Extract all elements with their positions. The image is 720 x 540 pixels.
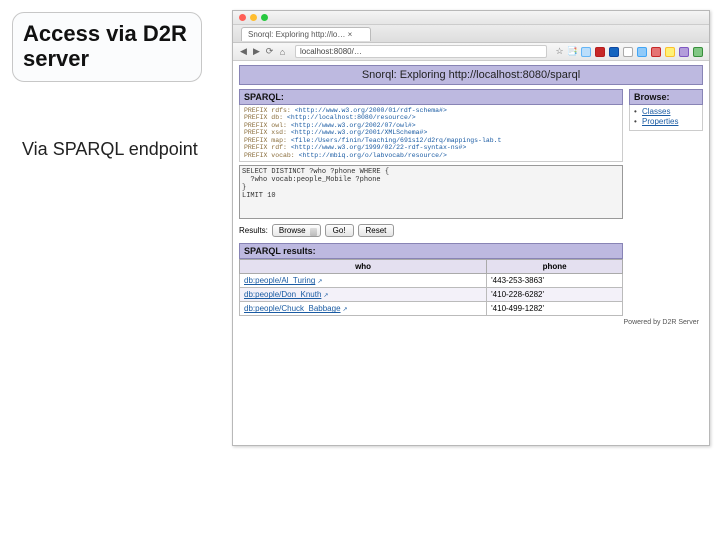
cell-value: '410-499-1282' bbox=[487, 302, 623, 316]
results-section-header: SPARQL results: bbox=[239, 243, 623, 259]
slide-title: Access via D2R server bbox=[23, 21, 191, 72]
extension-icon[interactable] bbox=[595, 47, 605, 57]
column-header: phone bbox=[487, 260, 623, 274]
browser-tab[interactable]: Snorql: Exploring http://lo… × bbox=[241, 27, 371, 41]
external-link-icon[interactable]: ↗ bbox=[343, 307, 348, 313]
minimize-icon[interactable] bbox=[250, 14, 257, 21]
sparql-query-input[interactable] bbox=[239, 165, 623, 219]
table-row: db:people/Don_Knuth↗ '410-228-6282' bbox=[240, 288, 623, 302]
result-link[interactable]: db:people/Al_Turing bbox=[244, 276, 315, 285]
forward-icon[interactable]: ▶ bbox=[252, 47, 261, 56]
prefix-block: PREFIX rdfs: <http://www.w3.org/2000/01/… bbox=[239, 105, 623, 162]
cell-value: '410-228-6282' bbox=[487, 288, 623, 302]
browse-classes-link[interactable]: Classes bbox=[642, 107, 670, 116]
go-button[interactable]: Go! bbox=[325, 224, 354, 237]
extension-icon[interactable] bbox=[637, 47, 647, 57]
slide-subtitle: Via SPARQL endpoint bbox=[22, 138, 198, 161]
extension-icon[interactable] bbox=[581, 47, 591, 57]
table-row: db:people/Chuck_Babbage↗ '410-499-1282' bbox=[240, 302, 623, 316]
result-link[interactable]: db:people/Don_Knuth bbox=[244, 290, 321, 299]
tab-strip: Snorql: Exploring http://lo… × bbox=[233, 25, 709, 43]
result-link[interactable]: db:people/Chuck_Babbage bbox=[244, 304, 341, 313]
reload-icon[interactable]: ⟳ bbox=[265, 47, 274, 56]
browse-section-header: Browse: bbox=[629, 89, 703, 105]
close-icon[interactable] bbox=[239, 14, 246, 21]
sparql-section-header: SPARQL: bbox=[239, 89, 623, 105]
browse-properties-link[interactable]: Properties bbox=[642, 117, 678, 126]
extension-icon[interactable] bbox=[623, 47, 633, 57]
maximize-icon[interactable] bbox=[261, 14, 268, 21]
extension-icon[interactable] bbox=[609, 47, 619, 57]
page-title: Snorql: Exploring http://localhost:8080/… bbox=[239, 65, 703, 85]
column-header: who bbox=[240, 260, 487, 274]
extension-icon[interactable] bbox=[693, 47, 703, 57]
page-viewport: Snorql: Exploring http://localhost:8080/… bbox=[233, 61, 709, 445]
query-controls: Results: Browse Go! Reset bbox=[239, 224, 623, 237]
results-label: Results: bbox=[239, 226, 268, 235]
window-controls bbox=[233, 11, 709, 25]
reset-button[interactable]: Reset bbox=[358, 224, 395, 237]
results-mode-select[interactable]: Browse bbox=[272, 224, 321, 237]
address-bar[interactable]: localhost:8080/… bbox=[295, 45, 547, 58]
table-row: db:people/Al_Turing↗ '443-253-3863' bbox=[240, 274, 623, 288]
back-icon[interactable]: ◀ bbox=[239, 47, 248, 56]
extension-icon[interactable] bbox=[665, 47, 675, 57]
cell-value: '443-253-3863' bbox=[487, 274, 623, 288]
star-icon[interactable]: ☆ bbox=[555, 47, 564, 56]
browse-list: Classes Properties bbox=[629, 105, 703, 131]
book-icon[interactable]: 📑 bbox=[568, 47, 577, 56]
results-table: who phone db:people/Al_Turing↗ '443-253-… bbox=[239, 259, 623, 316]
extension-icon[interactable] bbox=[679, 47, 689, 57]
extension-icon[interactable] bbox=[651, 47, 661, 57]
external-link-icon[interactable]: ↗ bbox=[323, 293, 328, 299]
home-icon[interactable]: ⌂ bbox=[278, 47, 287, 56]
external-link-icon[interactable]: ↗ bbox=[317, 279, 322, 285]
footer-note: Powered by D2R Server bbox=[233, 316, 709, 329]
browser-window: Snorql: Exploring http://lo… × ◀ ▶ ⟳ ⌂ l… bbox=[232, 10, 710, 446]
slide-title-box: Access via D2R server bbox=[12, 12, 202, 82]
browser-toolbar: ◀ ▶ ⟳ ⌂ localhost:8080/… ☆ 📑 bbox=[233, 43, 709, 61]
